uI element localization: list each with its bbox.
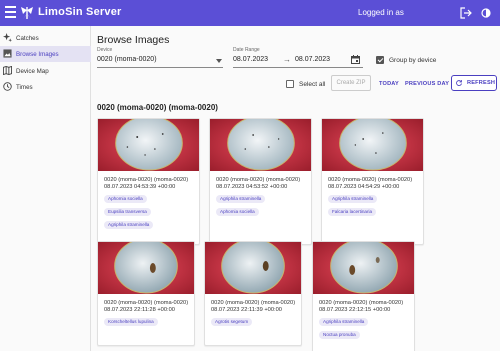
group-by-device-checkbox[interactable] bbox=[376, 56, 384, 64]
sidebar-item-label: Times bbox=[16, 84, 33, 91]
species-chip[interactable]: Korscheltellus lupulina bbox=[104, 318, 158, 326]
moth-logo-icon bbox=[21, 7, 33, 19]
refresh-button[interactable]: REFRESH bbox=[451, 75, 497, 91]
species-chip[interactable]: Eupsilia transversa bbox=[104, 208, 151, 216]
species-chip[interactable]: Agriphila straminella bbox=[216, 195, 266, 203]
species-chip[interactable]: Agriphila straminella bbox=[328, 195, 378, 203]
logout-icon[interactable] bbox=[460, 7, 472, 19]
device-underline bbox=[97, 67, 223, 68]
map-icon bbox=[3, 66, 12, 75]
species-chip[interactable]: Agriphila straminella bbox=[319, 318, 369, 326]
select-all-label: Select all bbox=[299, 81, 326, 88]
clock-icon bbox=[3, 82, 12, 91]
species-chip[interactable]: Noctua pronuba bbox=[319, 331, 360, 339]
refresh-icon bbox=[456, 80, 462, 86]
sidebar: Catches Browse Images Device Map Times bbox=[0, 26, 91, 351]
trap-image[interactable] bbox=[210, 119, 311, 171]
main-content: Browse Images Device 0020 (moma-0020) Da… bbox=[91, 26, 500, 351]
device-group-title: 0020 (moma-0020) (moma-0020) bbox=[97, 103, 218, 112]
select-all-checkbox[interactable] bbox=[286, 80, 294, 88]
date-from-input[interactable]: 08.07.2023 bbox=[233, 56, 268, 63]
page-title: Browse Images bbox=[97, 34, 170, 46]
card-timestamp: 08.07.2023 04:53:39 +00:00 bbox=[104, 184, 176, 190]
date-range-label: Date Range bbox=[233, 47, 260, 53]
calendar-icon[interactable] bbox=[351, 55, 360, 64]
card-device: 0020 (moma-0020) (moma-0020) bbox=[211, 300, 296, 306]
login-status: Logged in as bbox=[358, 8, 404, 17]
device-select[interactable]: 0020 (moma-0020) bbox=[97, 56, 157, 63]
image-card[interactable]: 0020 (moma-0020) (moma-0020) 08.07.2023 … bbox=[321, 118, 424, 245]
theme-toggle-icon[interactable] bbox=[480, 7, 492, 19]
sidebar-item-label: Browse Images bbox=[16, 51, 59, 58]
card-device: 0020 (moma-0020) (moma-0020) bbox=[104, 300, 189, 306]
trap-image[interactable] bbox=[98, 119, 199, 171]
sidebar-item-label: Catches bbox=[16, 35, 39, 42]
image-card[interactable]: 0020 (moma-0020) (moma-0020) 08.07.2023 … bbox=[312, 241, 415, 351]
sidebar-item-browse-images[interactable]: Browse Images bbox=[0, 46, 91, 62]
menu-icon[interactable] bbox=[5, 6, 17, 20]
card-timestamp: 08.07.2023 04:54:29 +00:00 bbox=[328, 184, 400, 190]
date-to-input[interactable]: 08.07.2023 bbox=[295, 56, 330, 63]
app-title: LimoSin Server bbox=[38, 6, 122, 18]
species-chip[interactable]: Aphomia sociella bbox=[104, 195, 147, 203]
group-by-device-label: Group by device bbox=[389, 57, 437, 64]
image-card[interactable]: 0020 (moma-0020) (moma-0020) 08.07.2023 … bbox=[204, 241, 302, 346]
sidebar-item-catches[interactable]: Catches bbox=[0, 30, 91, 46]
today-button[interactable]: TODAY bbox=[379, 81, 399, 87]
species-chip[interactable]: Falcaria lacertinaria bbox=[328, 208, 377, 216]
sidebar-item-label: Device Map bbox=[16, 68, 49, 75]
card-timestamp: 08.07.2023 22:12:15 +00:00 bbox=[319, 307, 391, 313]
date-underline bbox=[233, 67, 363, 68]
card-device: 0020 (moma-0020) (moma-0020) bbox=[216, 177, 301, 183]
arrow-right-icon: → bbox=[283, 55, 291, 64]
sparkle-icon bbox=[3, 33, 12, 42]
trap-image[interactable] bbox=[322, 119, 423, 171]
refresh-label: REFRESH bbox=[467, 80, 496, 86]
card-device: 0020 (moma-0020) (moma-0020) bbox=[104, 177, 189, 183]
species-chip[interactable]: Aphomia sociella bbox=[216, 208, 259, 216]
card-device: 0020 (moma-0020) (moma-0020) bbox=[328, 177, 413, 183]
trap-image[interactable] bbox=[313, 242, 414, 294]
card-timestamp: 08.07.2023 04:53:52 +00:00 bbox=[216, 184, 288, 190]
card-device: 0020 (moma-0020) (moma-0020) bbox=[319, 300, 404, 306]
create-zip-button[interactable]: Create ZIP bbox=[331, 75, 371, 91]
image-card[interactable]: 0020 (moma-0020) (moma-0020) 08.07.2023 … bbox=[97, 118, 200, 245]
sidebar-item-device-map[interactable]: Device Map bbox=[0, 63, 91, 79]
trap-image[interactable] bbox=[98, 242, 194, 294]
app-bar: LimoSin Server Logged in as bbox=[0, 0, 500, 26]
device-label: Device bbox=[97, 47, 113, 53]
trap-image[interactable] bbox=[205, 242, 301, 294]
image-card[interactable]: 0020 (moma-0020) (moma-0020) 08.07.2023 … bbox=[209, 118, 312, 245]
species-chip[interactable]: Agriphila straminella bbox=[104, 221, 154, 229]
chevron-down-icon[interactable] bbox=[216, 59, 222, 63]
card-timestamp: 08.07.2023 22:11:28 +00:00 bbox=[104, 307, 175, 313]
previous-day-button[interactable]: PREVIOUS DAY bbox=[405, 81, 449, 87]
image-card[interactable]: 0020 (moma-0020) (moma-0020) 08.07.2023 … bbox=[97, 241, 195, 346]
image-icon bbox=[3, 49, 12, 58]
sidebar-item-times[interactable]: Times bbox=[0, 79, 91, 95]
species-chip[interactable]: Agrotis segetum bbox=[211, 318, 253, 326]
card-timestamp: 08.07.2023 22:11:39 +00:00 bbox=[211, 307, 282, 313]
